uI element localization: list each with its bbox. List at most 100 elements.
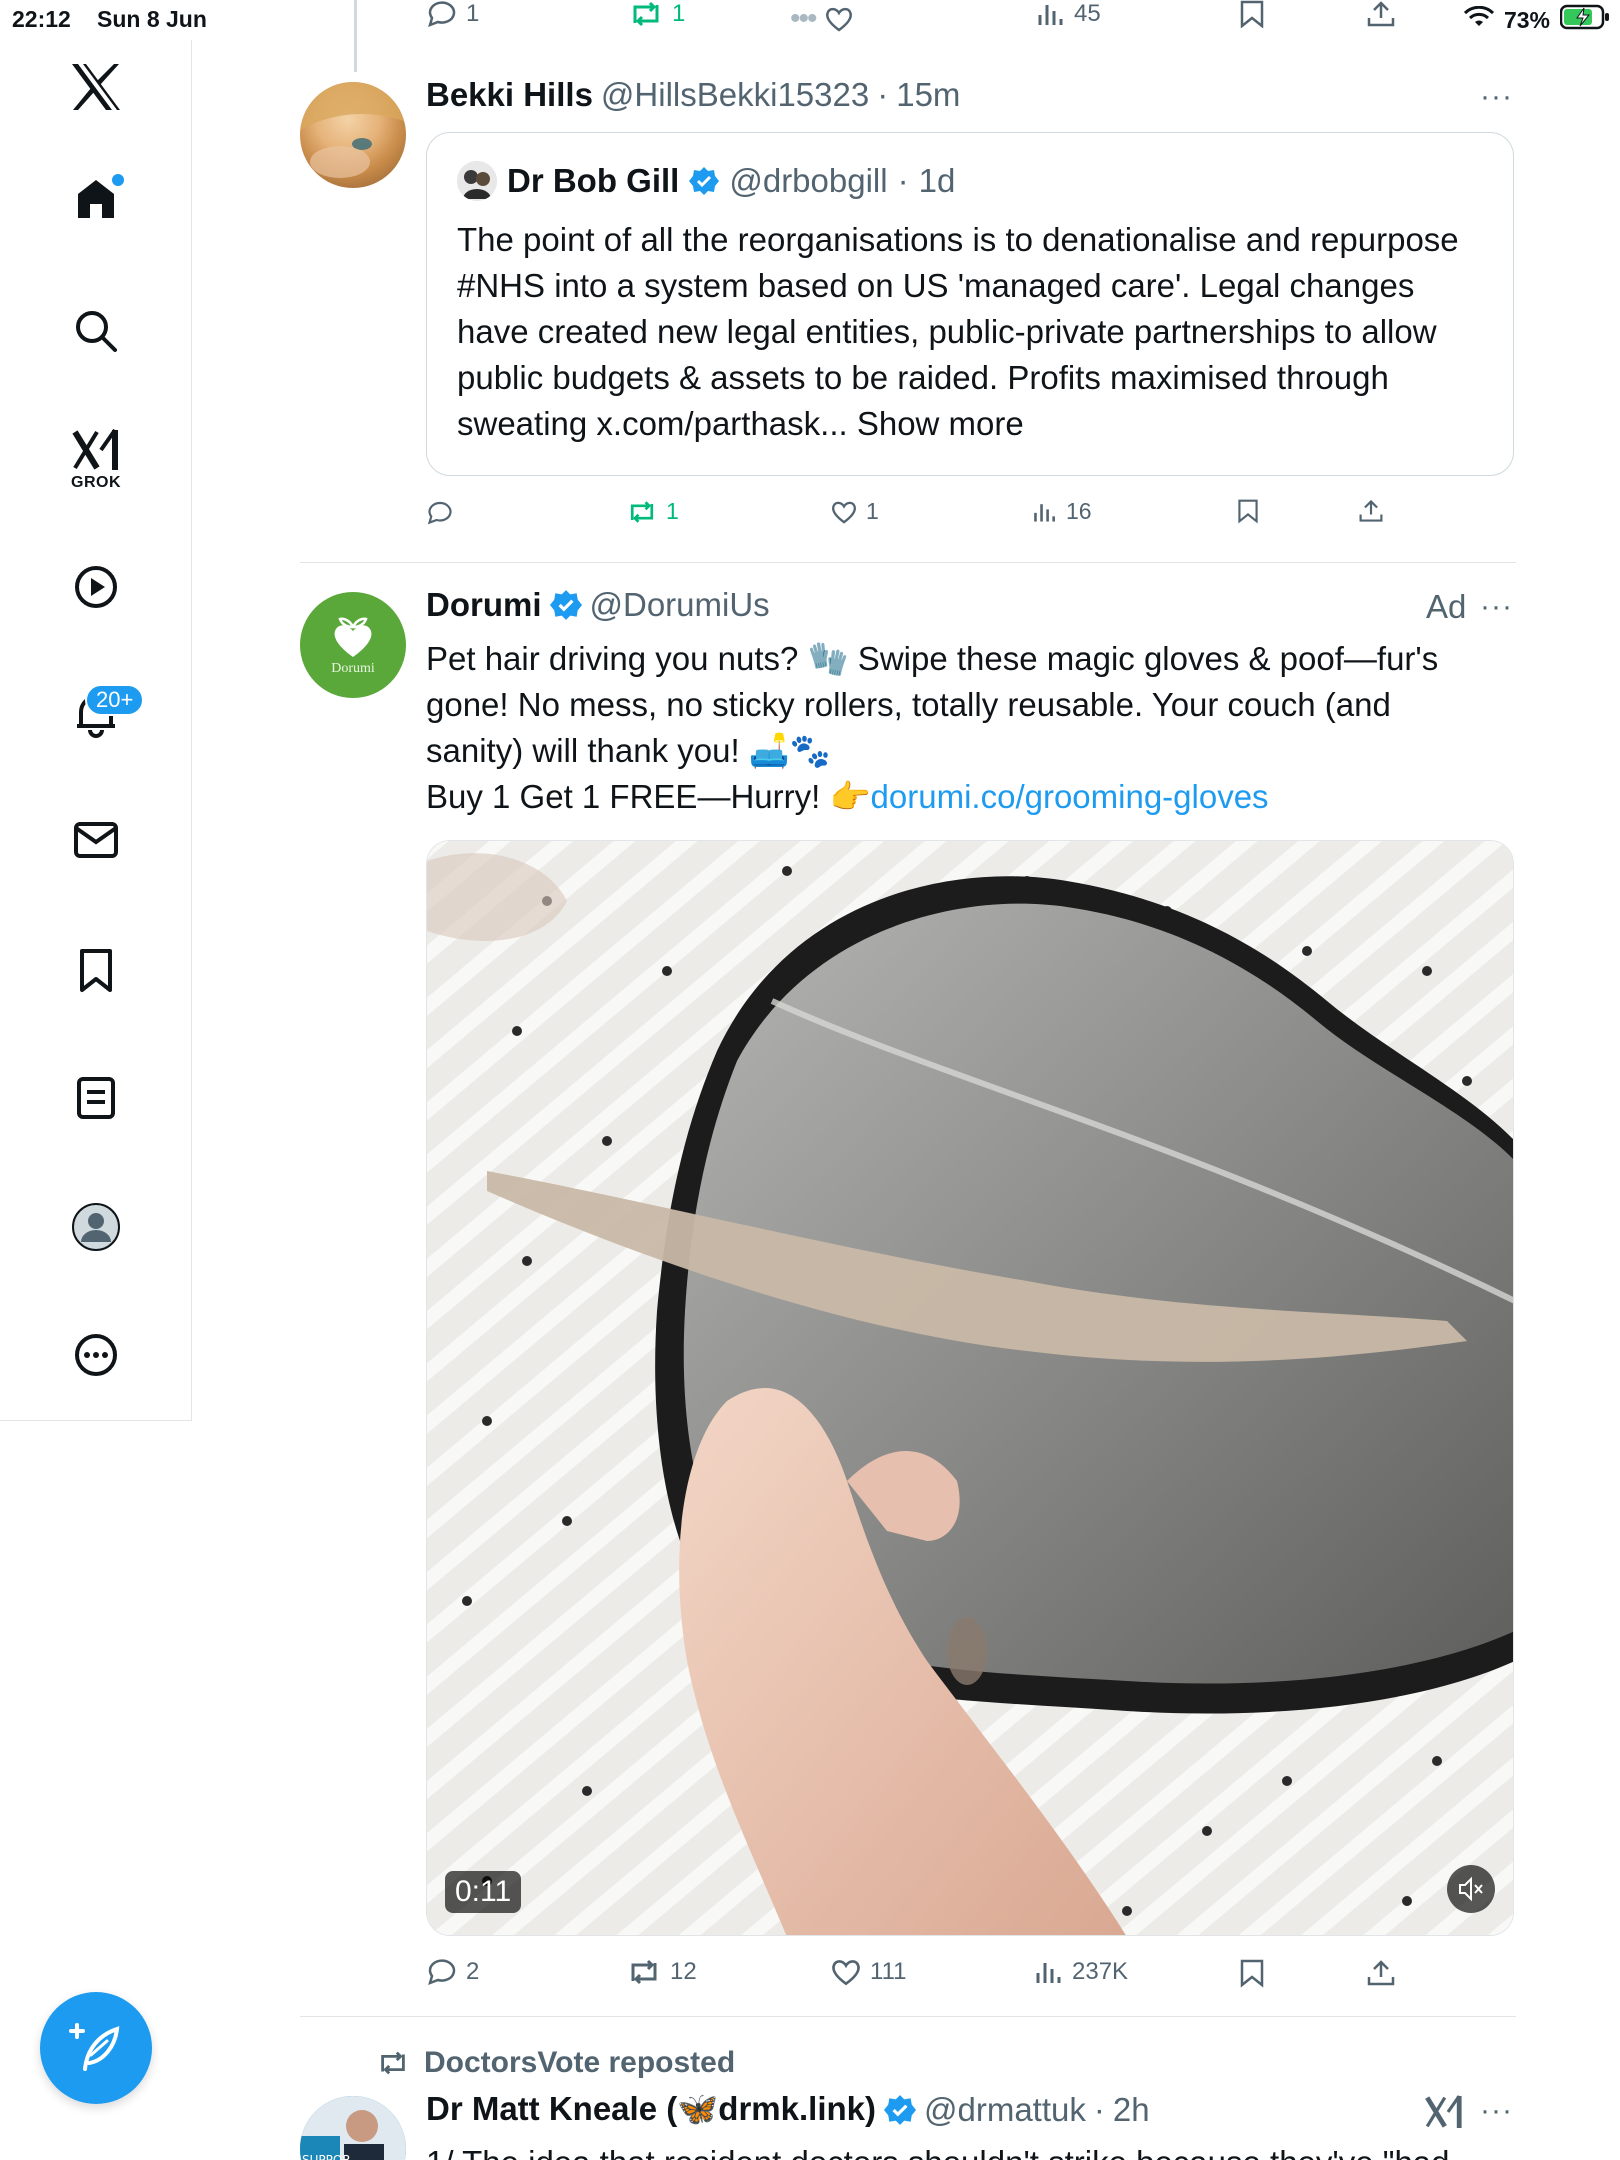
sidebar-item-grok[interactable]: GROK [71,428,121,492]
status-time: 22:12 [12,6,71,32]
tweet1-share-button[interactable] [1358,498,1384,524]
sidebar-item-home[interactable] [72,174,124,222]
tweet3-author-name[interactable]: Dr Matt Kneale (🦋drmk.link) [426,2090,876,2129]
tweet2-link[interactable]: dorumi.co/grooming-gloves [871,778,1269,815]
avatar-dr-bob-gill [457,161,497,201]
speaker-muted-icon [1459,1876,1483,1902]
tweet-divider [300,2016,1516,2017]
verified-icon [549,590,582,620]
profile-icon [72,1203,120,1251]
repost-icon [633,1,659,27]
play-icon [75,566,117,608]
reply-count-top: 1 [466,0,480,27]
tweet2-header: Dorumi @DorumiUs [426,586,770,624]
reply-icon [428,1,456,27]
tweet3-text: 1/ The idea that resident doctors should… [426,2140,1496,2160]
sidebar-item-lists[interactable] [76,1076,116,1120]
tweet1-repost-button[interactable]: 1 [626,498,679,525]
search-icon [76,311,117,352]
thread-line [354,0,357,72]
heart-icon [832,501,856,524]
like-button-top[interactable]: ••• [790,2,854,36]
share-button-top[interactable] [1366,0,1396,28]
dorumi-avatar-text: Dorumi [331,661,375,676]
tweet2-views-button[interactable]: 237K [1034,1958,1128,1986]
tweet2-author-name[interactable]: Dorumi [426,586,542,624]
compose-button[interactable] [40,1992,152,2104]
loading-dots-icon: ••• [790,2,817,35]
avatar-dorumi[interactable]: Dorumi [300,592,406,698]
tweet2-bookmark-button[interactable] [1238,1958,1266,1988]
tweet1-like-button[interactable]: 1 [830,498,879,525]
repost-icon [630,500,654,523]
repost-icon [381,2051,405,2075]
sidebar-item-messages[interactable] [73,820,119,860]
tweet2-more-button[interactable]: ··· [1480,590,1513,624]
grok-explain-button[interactable] [1424,2094,1464,2135]
x-logo[interactable] [70,62,122,112]
avatar-photo: SUPPOR [300,2096,406,2160]
repost-indicator[interactable]: DoctorsVote reposted [376,2046,735,2080]
ad-label: Ad [1426,588,1467,625]
sidebar-item-videos[interactable] [73,564,119,610]
reply-button-top[interactable]: 1 [426,0,479,28]
tweet2-handle[interactable]: @DorumiUs [590,586,770,624]
tweet1-views-button[interactable]: 16 [1032,498,1092,525]
share-icon [1359,499,1383,522]
tweet2-reply-button[interactable]: 2 [426,1958,479,1986]
quote-tweet-card[interactable]: Dr Bob Gill @drbobgill · 1d The point of… [426,132,1514,476]
grok-label: GROK [71,474,121,491]
tweet1-bookmark-button[interactable] [1236,498,1260,524]
tweet1-more-button[interactable]: ··· [1480,80,1513,114]
reply-icon [428,1959,456,1986]
tweet1-reply-button[interactable] [426,500,454,526]
tweet3-handle[interactable]: @drmattuk [924,2091,1086,2129]
show-more-link[interactable]: Show more [857,405,1024,442]
tweet1-time[interactable]: 15m [896,76,960,114]
tweet3-more-button[interactable]: ··· [1480,2094,1513,2128]
sidebar-item-bookmarks[interactable] [76,948,116,994]
sidebar-item-explore[interactable] [73,308,119,354]
share-icon [1367,1960,1395,1986]
svg-text:SUPPOR: SUPPOR [302,2153,351,2160]
repost-count-top: 1 [672,0,686,27]
tweet3-separator: · [1093,2090,1105,2128]
quote-author-name: Dr Bob Gill [507,162,680,199]
views-button-top[interactable]: 45 [1036,0,1101,28]
status-date: Sun 8 Jun [97,6,207,32]
tweet2-like-button[interactable]: 111 [830,1958,906,1986]
bookmark-icon [80,949,112,992]
sidebar-item-profile[interactable] [71,1202,121,1252]
mail-icon [74,822,118,858]
sidebar-divider [0,1420,192,1421]
tweet3-time[interactable]: 2h [1113,2091,1150,2129]
views-icon [1034,503,1055,522]
verified-icon [884,2094,916,2125]
mute-button[interactable] [1447,1865,1495,1913]
tweet2-share-button[interactable] [1366,1958,1396,1988]
quote-separator: · [897,162,909,199]
ad-video[interactable]: 0:11 [426,840,1514,1936]
views-icon [1036,1963,1061,1983]
sidebar-item-more[interactable] [73,1332,119,1378]
tweet1-author-name[interactable]: Bekki Hills [426,76,593,114]
bookmark-icon [1240,0,1264,28]
tweet2-text-line2: Buy 1 Get 1 FREE—Hurry! 👉dorumi.co/groom… [426,774,1496,820]
repost-button-top[interactable]: 1 [628,0,685,28]
quote-handle: @drbobgill [729,162,888,199]
dorumi-logo-icon [334,617,372,657]
verified-icon [689,167,720,195]
tweet2-text-line1: Pet hair driving you nuts? 🧤 Swipe these… [426,640,1439,769]
tweet2-views-count: 237K [1072,1958,1129,1985]
x-logo-icon [72,64,120,110]
tweet1-handle[interactable]: @HillsBekki15323 [601,76,869,114]
tweet-divider [300,562,1516,563]
sidebar-item-notifications[interactable]: 20+ [73,684,145,738]
bookmark-button-top[interactable] [1238,0,1266,28]
avatar-bekki-hills[interactable] [300,82,406,188]
compose-icon [69,2023,120,2071]
grok-icon [1425,2095,1462,2128]
tweet2-repost-button[interactable]: 12 [626,1958,697,1986]
avatar-dr-matt-kneale[interactable]: SUPPOR [300,2096,406,2160]
views-count-top: 45 [1074,0,1101,27]
